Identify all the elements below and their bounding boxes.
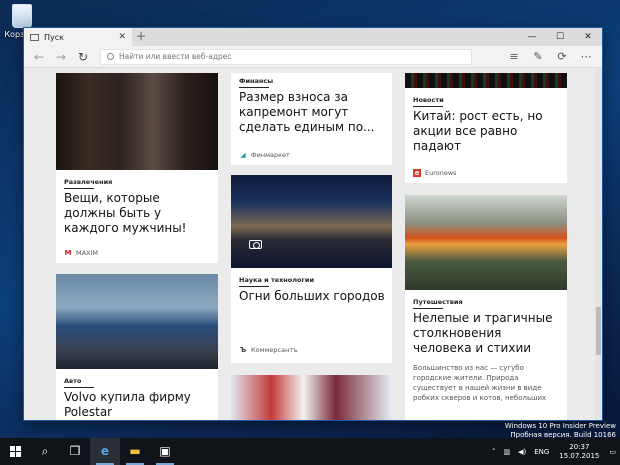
card-headline: Китай: рост есть, но акции все равно пад… (413, 109, 543, 153)
vertical-scrollbar[interactable] (595, 69, 602, 420)
card-image (405, 73, 567, 88)
notifications-icon[interactable]: ▭ (609, 448, 616, 456)
title-bar: Пуск ✕ ＋ — ☐ ✕ (24, 28, 602, 46)
search-taskbar-icon[interactable]: ⌕ (30, 438, 60, 465)
toolbar-right: ≡ ✎ ⟳ ⋯ (502, 47, 598, 67)
maxim-logo-icon: M (64, 249, 72, 257)
new-tab-button[interactable]: ＋ (132, 28, 150, 46)
card-source: ◢ Финмаркет (240, 151, 290, 159)
card-image (231, 375, 392, 420)
kommersant-logo-icon: Ъ (239, 346, 247, 354)
card-category: Развлечения (64, 178, 112, 189)
card-category: Новости (413, 96, 444, 107)
card-china[interactable]: Новости Китай: рост есть, но акции все р… (405, 73, 567, 183)
card-source: e Euronews (413, 169, 457, 177)
taskbar: ⌕ ❐ e ▬ ▣ ˄ ▥ ◀) ENG 20:37 15.07.2015 ▭ (0, 438, 620, 465)
minimize-button[interactable]: — (518, 28, 546, 46)
card-headline: Volvo купила фирму Polestar (64, 390, 191, 419)
card-category: Авто (64, 377, 94, 388)
scrollbar-thumb[interactable] (596, 307, 601, 355)
card-hockey[interactable] (231, 375, 392, 420)
hub-icon[interactable]: ≡ (502, 47, 526, 67)
network-icon[interactable]: ▥ (503, 448, 510, 456)
euronews-logo-icon: e (413, 169, 421, 177)
card-image (56, 73, 218, 170)
card-headline: Огни больших городов (239, 289, 385, 303)
back-button[interactable]: ← (28, 47, 50, 67)
card-levy[interactable]: Финансы Размер взноса за капремонт могут… (231, 73, 392, 165)
edge-taskbar-icon[interactable]: e (90, 438, 120, 465)
card-clashes[interactable]: Путешествия Нелепые и трагичные столкнов… (405, 195, 567, 420)
maximize-button[interactable]: ☐ (546, 28, 574, 46)
store-icon[interactable]: ▣ (150, 438, 180, 465)
clock[interactable]: 20:37 15.07.2015 (559, 443, 599, 461)
card-fashion[interactable]: Развлечения Вещи, которые должны быть у … (56, 73, 218, 263)
card-city[interactable]: Наука и технологии Огни больших городов … (231, 175, 392, 363)
card-image (405, 195, 567, 290)
task-view-icon[interactable]: ❐ (60, 438, 90, 465)
card-category: Финансы (239, 77, 273, 88)
file-explorer-icon[interactable]: ▬ (120, 438, 150, 465)
card-headline: Вещи, которые должны быть у каждого мужч… (64, 191, 187, 235)
window-controls: — ☐ ✕ (518, 28, 602, 46)
system-tray: ˄ ▥ ◀) ENG 20:37 15.07.2015 ▭ (488, 443, 620, 461)
card-headline: Размер взноса за капремонт могут сделать… (239, 90, 375, 134)
share-icon[interactable]: ⟳ (550, 47, 574, 67)
card-category: Путешествия (413, 298, 463, 309)
card-source: Ъ Коммерсантъ (239, 346, 298, 354)
card-cars[interactable]: Авто Volvo купила фирму Polestar (56, 274, 218, 420)
navigation-bar: ← → ↻ ≡ ✎ ⟳ ⋯ (24, 46, 602, 68)
card-image (56, 274, 218, 369)
card-image (231, 175, 392, 268)
windows-logo-icon (9, 446, 21, 457)
tray-chevron-icon[interactable]: ˄ (492, 448, 496, 456)
camera-icon (249, 240, 262, 249)
volume-icon[interactable]: ◀) (518, 448, 526, 456)
card-source: M MAXIM (64, 249, 99, 257)
start-button[interactable] (0, 438, 30, 465)
finmarket-logo-icon: ◢ (240, 151, 246, 159)
close-window-button[interactable]: ✕ (574, 28, 602, 46)
edge-window: Пуск ✕ ＋ — ☐ ✕ ← → ↻ ≡ ✎ ⟳ ⋯ Развлечения… (24, 28, 602, 420)
card-snippet: Большинство из нас — сугубо городские жи… (413, 364, 547, 402)
recycle-bin-icon (12, 4, 32, 28)
forward-button[interactable]: → (50, 47, 72, 67)
language-indicator[interactable]: ENG (534, 448, 549, 456)
more-icon[interactable]: ⋯ (574, 47, 598, 67)
tab-title: Пуск (44, 32, 64, 42)
search-icon (107, 53, 114, 60)
news-feed: Развлечения Вещи, которые должны быть у … (24, 69, 602, 420)
tab-start[interactable]: Пуск ✕ (24, 28, 132, 46)
web-note-icon[interactable]: ✎ (526, 47, 550, 67)
tab-page-icon (30, 33, 39, 41)
address-input[interactable] (119, 52, 465, 61)
address-bar[interactable] (100, 48, 472, 65)
card-headline: Нелепые и трагичные столкновения человек… (413, 311, 553, 355)
tab-close-icon[interactable]: ✕ (118, 32, 126, 42)
refresh-button[interactable]: ↻ (72, 47, 94, 67)
card-category: Наука и технологии (239, 276, 314, 287)
